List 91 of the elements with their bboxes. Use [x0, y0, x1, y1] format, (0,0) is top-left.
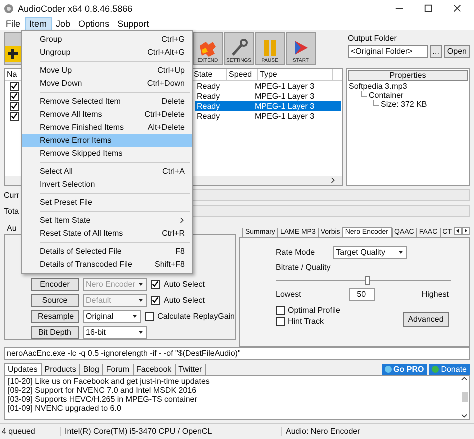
plus-icon: [2, 44, 24, 64]
open-button[interactable]: Open: [444, 45, 470, 58]
dropdown[interactable]: 16-bit: [83, 326, 147, 340]
tab[interactable]: Au: [4, 223, 20, 234]
checkbox[interactable]: [10, 102, 18, 111]
progress-label: Tota: [4, 206, 20, 216]
menu-item[interactable]: Remove Error Items: [22, 134, 192, 147]
menu-item[interactable]: Ungroup Ctrl+Alt+G: [22, 46, 192, 59]
table-row[interactable]: Ready MPEG-1 Layer 3: [195, 81, 341, 92]
vertical-scrollbar[interactable]: [460, 376, 469, 419]
tab-scroll-right-icon[interactable]: [462, 227, 470, 236]
checkbox[interactable]: [10, 112, 18, 121]
column-header[interactable]: Type: [258, 69, 333, 80]
close-icon[interactable]: [453, 4, 462, 14]
tab[interactable]: Updates: [4, 363, 42, 376]
menu-item[interactable]: Move Down Ctrl+Down: [22, 77, 192, 90]
dropdown-arrow-icon: [398, 250, 404, 256]
tree-item[interactable]: Softpedia 3.mp3: [349, 82, 408, 92]
browse-button[interactable]: ...: [430, 45, 442, 58]
command-line-field[interactable]: neroAacEnc.exe -lc -q 0.5 -ignorelength -if - -of "$(DestFileAudio)": [4, 347, 470, 360]
highest-label: Highest: [422, 290, 449, 300]
dropdown-arrow-icon: [138, 282, 144, 288]
status-text: Audio: Nero Encoder: [281, 426, 360, 436]
news-item[interactable]: [01-09] NVENC upgraded to 6.0: [8, 404, 457, 414]
output-folder-field[interactable]: <Original Folder>: [348, 45, 428, 58]
checkbox[interactable]: [10, 82, 18, 91]
table-row[interactable]: Ready MPEG-1 Layer 3: [195, 91, 341, 102]
news-item[interactable]: [03-09] Supports HEVC/H.265 in MPEG-TS container: [8, 395, 457, 404]
menu-item[interactable]: Options: [74, 18, 114, 30]
add-toolbar-button[interactable]: [4, 32, 22, 66]
scroll-up-icon[interactable]: [461, 376, 468, 382]
scroll-down-icon[interactable]: [461, 414, 468, 419]
dropdown[interactable]: Original: [83, 310, 142, 324]
menu-item[interactable]: Group Ctrl+G: [22, 33, 192, 46]
checkbox-label: Optimal Profile: [288, 306, 340, 316]
checkbox[interactable]: [276, 306, 285, 316]
donate-button[interactable]: Donate: [429, 364, 470, 376]
news-item[interactable]: [10-20] Like us on Facebook and get just-in-time updates: [8, 377, 457, 386]
option-button[interactable]: Resample: [31, 310, 79, 324]
lowest-label: Lowest: [276, 290, 302, 300]
app-icon: [4, 4, 14, 14]
checkbox[interactable]: [145, 312, 154, 322]
maximize-icon[interactable]: [424, 4, 433, 14]
progress-label: Curr: [4, 190, 21, 200]
menu-item[interactable]: Remove All Items Ctrl+Delete: [22, 108, 192, 121]
checkbox-label: Calculate ReplayGain: [158, 312, 235, 322]
menu-item[interactable]: Job: [52, 18, 75, 30]
properties-header: Properties: [348, 70, 468, 82]
menu-item[interactable]: Set Preset File: [22, 196, 192, 209]
status-text: Intel(R) Core(TM) i5-3470 CPU / OpenCL: [60, 426, 281, 436]
menu-item[interactable]: Select All Ctrl+A: [22, 165, 192, 178]
column-header[interactable]: Speed: [227, 69, 258, 80]
dropdown-arrow-icon: [138, 298, 144, 304]
go-pro-button[interactable]: Go PRO: [382, 364, 428, 376]
scrollbar-thumb[interactable]: [462, 392, 468, 402]
menu-item[interactable]: Support: [114, 18, 154, 30]
slider-thumb[interactable]: [365, 276, 370, 286]
checkbox[interactable]: [10, 92, 18, 101]
table-row[interactable]: Ready MPEG-1 Layer 3: [195, 101, 341, 112]
menu-item[interactable]: Remove Finished Items Alt+Delete: [22, 121, 192, 134]
option-button[interactable]: Bit Depth: [31, 326, 79, 340]
advanced-button[interactable]: Advanced: [403, 312, 449, 328]
menu-item[interactable]: File: [2, 18, 25, 30]
menu-item[interactable]: Details of Selected File F8: [22, 245, 192, 258]
menu-item[interactable]: Remove Selected Item Delete: [22, 95, 192, 108]
menu-item[interactable]: Remove Skipped Items: [22, 147, 192, 160]
news-item[interactable]: [09-22] Support for NVENC 7.0 and Intel MSDK 2016: [8, 386, 457, 396]
scroll-right-icon[interactable]: [331, 177, 336, 184]
menu-item[interactable]: Invert Selection: [22, 178, 192, 191]
tab-scroll-left-icon[interactable]: [454, 227, 462, 236]
checkbox[interactable]: [276, 317, 285, 326]
checkbox-label: Auto Select: [164, 280, 205, 290]
output-folder-label: Output Folder: [348, 34, 398, 44]
menu-item[interactable]: Details of Transcoded File Shift+F8: [22, 258, 192, 271]
tree-item[interactable]: Size: 372 KB: [381, 100, 428, 110]
quality-field[interactable]: 50: [348, 288, 375, 302]
dropdown-arrow-icon: [138, 330, 144, 336]
window-title: AudioCoder x64 0.8.46.5866: [18, 4, 133, 14]
table-row[interactable]: Ready MPEG-1 Layer 3: [195, 111, 341, 122]
menu-item[interactable]: Move Up Ctrl+Up: [22, 64, 192, 77]
dropdown-arrow-icon: [132, 314, 138, 320]
menu-item[interactable]: Set Item State: [22, 214, 192, 227]
tree-item[interactable]: Container: [369, 91, 404, 100]
checkbox-label: Hint Track: [288, 317, 324, 326]
menu-item[interactable]: Reset State of All Items Ctrl+R: [22, 227, 192, 240]
checkbox-label: Auto Select: [164, 296, 205, 306]
status-text: 4 queued: [1, 426, 36, 436]
bitrate-label: Bitrate / Quality: [276, 263, 332, 272]
rate-mode-dropdown[interactable]: Target Quality: [333, 246, 408, 260]
rate-mode-label: Rate Mode: [276, 248, 316, 258]
menu-item[interactable]: Item: [24, 16, 52, 31]
